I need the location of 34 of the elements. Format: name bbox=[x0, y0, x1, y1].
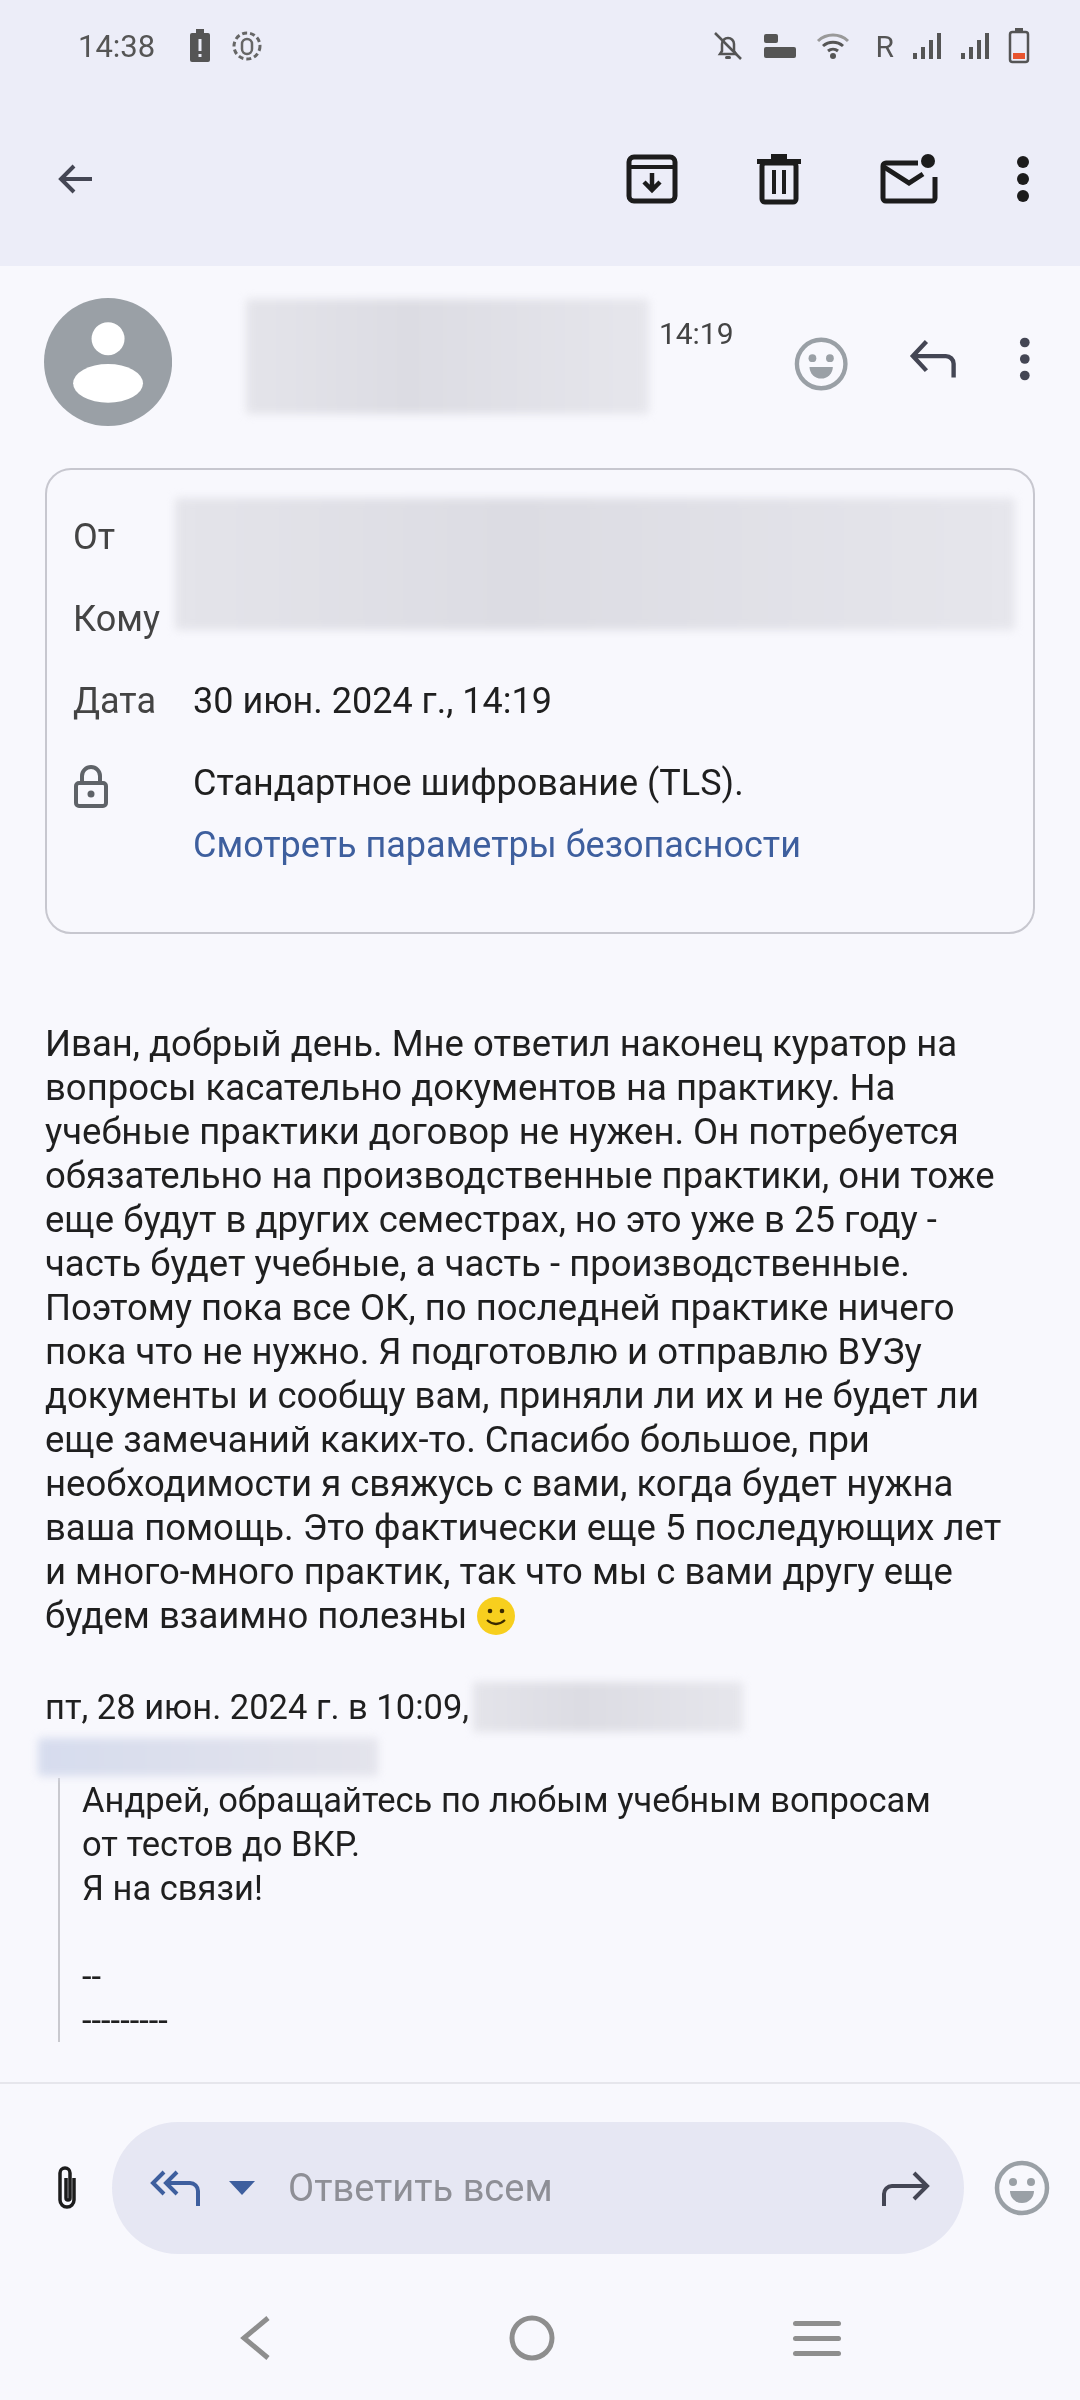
bell-off-icon bbox=[711, 30, 744, 62]
signal-icon bbox=[912, 31, 942, 61]
roaming-indicator: R bbox=[875, 28, 894, 64]
battery-low-icon bbox=[1008, 28, 1030, 64]
wifi-icon bbox=[815, 31, 850, 61]
mark-unread-icon[interactable] bbox=[880, 153, 938, 205]
quoted-text: --------- bbox=[82, 1999, 169, 2042]
avatar[interactable] bbox=[44, 296, 173, 428]
nav-home-icon[interactable] bbox=[508, 2314, 556, 2362]
nav-back-icon[interactable] bbox=[238, 2315, 272, 2361]
quoted-text: Андрей, обращайтесь по любым учебным вопросам bbox=[82, 1779, 932, 1822]
quoted-text: от тестов до ВКР. bbox=[82, 1823, 362, 1866]
battery-alert-icon bbox=[189, 29, 212, 63]
date-label: Дата bbox=[73, 679, 157, 722]
signal-icon bbox=[960, 31, 990, 61]
more-menu-icon[interactable] bbox=[1018, 336, 1032, 382]
more-menu-icon[interactable] bbox=[1016, 155, 1030, 203]
status-time: 14:38 bbox=[78, 27, 156, 65]
message-body: Иван, добрый день. Мне ответил наконец куратор на вопросы касательно документов на практику. На учебные практики договор не нужен. Он потребуется обязательно на производственные практики, они тоже еще будут в других семестрах, но это уже в 25 году - часть будет учебные, а часть - производственные. Поэтому пока все ОК, по последней практике ничего пока что не нужно. Я подготовлю и отправлю ВУЗу документы и сообщу вам, приняли ли их и не будет ли еще замечаний каких-то. Спасибо большое, при необходимости я свяжусь с вами, когда будет нужна ваша помощь. Это фактически еще 5 последующих лет и много-много практик, так что мы с вами другу еще будем взаимно полезны bbox=[45, 1022, 1003, 1638]
quote-header: пт, 28 июн. 2024 г. в 10:09, bbox=[45, 1687, 470, 1727]
to-label: Кому bbox=[73, 597, 161, 640]
quoted-text: Я на связи! bbox=[82, 1867, 264, 1910]
archive-icon[interactable] bbox=[626, 153, 678, 205]
nav-menu-icon[interactable] bbox=[792, 2318, 842, 2358]
security-settings-link[interactable]: Смотреть параметры безопасности bbox=[193, 804, 801, 866]
from-label: От bbox=[73, 515, 117, 558]
message-time: 14:19 bbox=[658, 316, 734, 351]
smile-emoji-icon bbox=[476, 1596, 517, 1636]
lock-icon bbox=[73, 764, 109, 808]
encryption-text: Стандартное шифрование (TLS). bbox=[193, 761, 745, 804]
date-value: 30 июн. 2024 г., 14:19 bbox=[193, 679, 552, 722]
quoted-text: -- bbox=[82, 1955, 103, 1998]
dropdown-caret-icon[interactable] bbox=[228, 2180, 256, 2196]
trash-icon[interactable] bbox=[756, 153, 802, 205]
